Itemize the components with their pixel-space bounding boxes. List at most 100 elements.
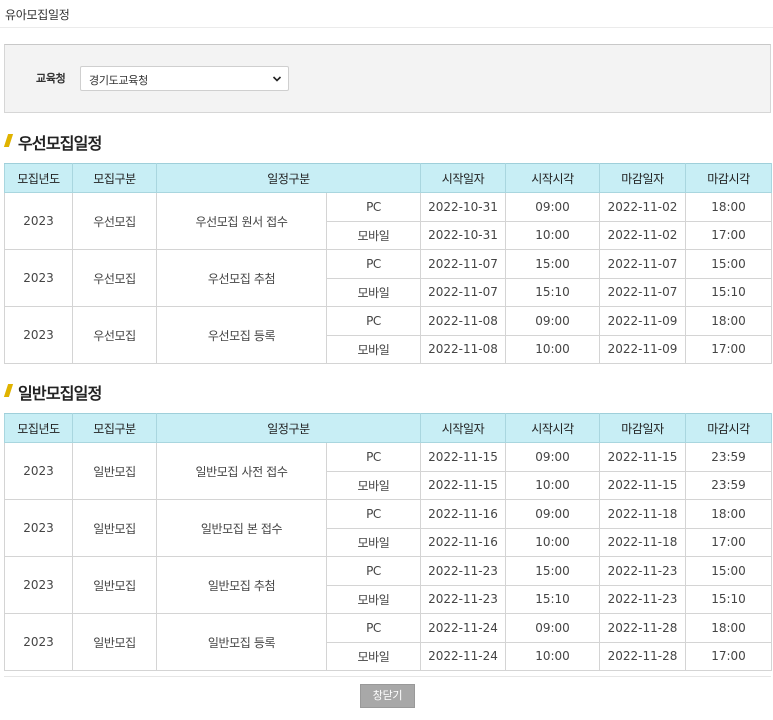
schedule-type-cell: 일반모집 추첨 [156,556,327,614]
device-cell: PC [326,442,421,472]
column-header: 시작시각 [505,413,600,443]
close-window-button[interactable]: 창닫기 [360,684,415,708]
recruit-type-cell: 일반모집 [72,613,157,671]
start-time-cell: 09:00 [505,442,600,472]
end-time-cell: 23:59 [685,442,772,472]
schedule-type-cell: 우선모집 추첨 [156,249,327,307]
end-date-cell: 2022-11-15 [599,470,686,500]
end-date-cell: 2022-11-23 [599,584,686,614]
column-header: 모집년도 [4,413,73,443]
table-row: 2023 우선모집 우선모집 등록 PC 2022-11-08 09:00 2022-11-… [4,306,772,364]
end-date-cell: 2022-11-23 [599,556,686,586]
column-header: 모집구분 [72,413,157,443]
start-time-cell: 10:00 [505,641,600,671]
year-cell: 2023 [4,249,73,307]
column-header: 시작일자 [420,413,506,443]
end-date-cell: 2022-11-09 [599,334,686,364]
device-cell: PC [326,556,421,586]
table-row: 2023 일반모집 일반모집 사전 접수 PC 2022-11-15 09:00 2022-… [4,442,772,500]
end-time-cell: 17:00 [685,527,772,557]
recruit-type-cell: 우선모집 [72,249,157,307]
device-cell: PC [326,613,421,643]
table-row: 2023 일반모집 일반모집 추첨 PC 2022-11-23 15:00 2022-11-… [4,556,772,614]
device-cell: 모바일 [326,277,421,307]
start-date-cell: 2022-11-16 [420,527,506,557]
start-time-cell: 10:00 [505,334,600,364]
start-time-cell: 10:00 [505,220,600,250]
year-cell: 2023 [4,499,73,557]
footer-divider [4,676,771,677]
chevron-down-icon [272,76,282,82]
end-time-cell: 15:10 [685,584,772,614]
device-cell: 모바일 [326,470,421,500]
section-marker-icon [3,134,14,147]
end-date-cell: 2022-11-28 [599,613,686,643]
table-row: 2023 우선모집 우선모집 추첨 PC 2022-11-07 15:00 2022-11-… [4,249,772,307]
start-date-cell: 2022-10-31 [420,192,506,222]
end-date-cell: 2022-11-02 [599,192,686,222]
schedule-type-cell: 일반모집 등록 [156,613,327,671]
general-schedule-table: 모집년도 모집구분 일정구분 시작일자 시작시각 마감일자 마감시각 2023 일반모집 일반모… [4,413,772,671]
column-header: 일정구분 [156,413,421,443]
device-cell: 모바일 [326,527,421,557]
section-marker-icon [3,384,14,397]
end-time-cell: 17:00 [685,220,772,250]
recruit-type-cell: 일반모집 [72,499,157,557]
end-date-cell: 2022-11-28 [599,641,686,671]
recruit-type-cell: 우선모집 [72,306,157,364]
recruit-type-cell: 일반모집 [72,556,157,614]
device-cell: PC [326,192,421,222]
filter-panel: 교육청 경기도교육청 [4,44,771,113]
column-header: 일정구분 [156,163,421,193]
start-time-cell: 15:10 [505,277,600,307]
start-time-cell: 09:00 [505,613,600,643]
device-cell: 모바일 [326,220,421,250]
end-time-cell: 17:00 [685,334,772,364]
end-time-cell: 23:59 [685,470,772,500]
column-header: 마감시각 [685,413,772,443]
table-row: 2023 우선모집 우선모집 원서 접수 PC 2022-10-31 09:00 2022-… [4,192,772,250]
year-cell: 2023 [4,306,73,364]
device-cell: PC [326,306,421,336]
end-time-cell: 15:10 [685,277,772,307]
end-date-cell: 2022-11-07 [599,249,686,279]
schedule-type-cell: 일반모집 사전 접수 [156,442,327,500]
schedule-type-cell: 우선모집 원서 접수 [156,192,327,250]
device-cell: PC [326,249,421,279]
end-time-cell: 18:00 [685,192,772,222]
device-cell: 모바일 [326,584,421,614]
start-time-cell: 15:10 [505,584,600,614]
start-date-cell: 2022-11-07 [420,277,506,307]
recruit-type-cell: 우선모집 [72,192,157,250]
device-cell: 모바일 [326,641,421,671]
end-date-cell: 2022-11-18 [599,499,686,529]
education-office-select[interactable]: 경기도교육청 [80,66,289,91]
start-time-cell: 10:00 [505,527,600,557]
column-header: 모집구분 [72,163,157,193]
column-header: 마감일자 [599,163,686,193]
start-date-cell: 2022-10-31 [420,220,506,250]
start-date-cell: 2022-11-24 [420,641,506,671]
recruit-type-cell: 일반모집 [72,442,157,500]
year-cell: 2023 [4,613,73,671]
column-header: 마감일자 [599,413,686,443]
schedule-type-cell: 일반모집 본 접수 [156,499,327,557]
device-cell: PC [326,499,421,529]
schedule-type-cell: 우선모집 등록 [156,306,327,364]
page-title: 유아모집일정 [5,8,70,22]
start-time-cell: 09:00 [505,499,600,529]
section-title: 일반모집일정 [18,384,102,403]
start-time-cell: 09:00 [505,192,600,222]
start-time-cell: 09:00 [505,306,600,336]
start-date-cell: 2022-11-16 [420,499,506,529]
end-time-cell: 18:00 [685,306,772,336]
column-header: 시작일자 [420,163,506,193]
year-cell: 2023 [4,192,73,250]
table-header-row: 모집년도 모집구분 일정구분 시작일자 시작시각 마감일자 마감시각 [4,413,772,443]
start-time-cell: 15:00 [505,556,600,586]
device-cell: 모바일 [326,334,421,364]
end-time-cell: 18:00 [685,613,772,643]
start-date-cell: 2022-11-24 [420,613,506,643]
section-title: 우선모집일정 [18,134,102,153]
table-row: 2023 일반모집 일반모집 본 접수 PC 2022-11-16 09:00 2022-1… [4,499,772,557]
